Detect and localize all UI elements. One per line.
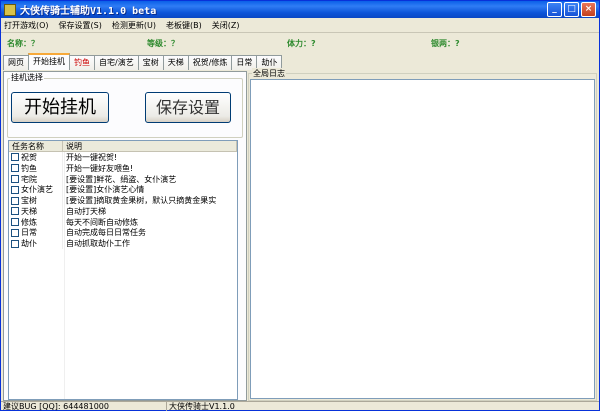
minimize-button[interactable]: _	[547, 2, 562, 17]
tab-home-performance[interactable]: 自宅/演艺	[94, 55, 139, 70]
app-icon	[4, 3, 16, 16]
save-settings-button[interactable]: 保存设置	[145, 92, 231, 123]
task-checkbox[interactable]	[11, 218, 19, 227]
app-window: 大侠传骑士辅助V1.1.0 beta _ □ × 打开游戏(O) 保存设置(S)…	[0, 0, 600, 411]
tab-panel: 挂机选择 开始挂机 保存设置 任务名称 说明 祝贺 开始一键祝贺! 钓鱼 开始一…	[3, 71, 247, 401]
column-header-description[interactable]: 说明	[63, 141, 237, 151]
task-name: 宝树	[21, 196, 37, 206]
start-auto-button[interactable]: 开始挂机	[11, 92, 109, 123]
task-name: 劫仆	[21, 239, 37, 249]
title-bar[interactable]: 大侠传骑士辅助V1.1.0 beta _ □ ×	[1, 1, 599, 18]
status-contact: 建议BUG [QQ]: 644481000	[1, 401, 167, 411]
list-item[interactable]: 宅院 [要设置]鲜花、绢盗、女仆演艺	[9, 173, 237, 185]
log-label: 全局日志	[252, 68, 286, 79]
task-checkbox[interactable]	[11, 153, 19, 162]
task-checkbox[interactable]	[11, 164, 19, 173]
column-header-task-name[interactable]: 任务名称	[9, 141, 63, 151]
menu-close[interactable]: 关闭(Z)	[212, 20, 240, 31]
list-item[interactable]: 劫仆 自动抓取劫仆工作	[9, 238, 237, 250]
list-item[interactable]: 祝贺 开始一键祝贺!	[9, 152, 237, 163]
task-name: 女仆演艺	[21, 185, 53, 195]
list-item[interactable]: 女仆演艺 [要设置]女仆演艺心情	[9, 184, 237, 196]
task-description: 自动打天梯	[66, 206, 106, 216]
silver-info: 银两：?	[431, 39, 460, 48]
task-name: 祝贺	[21, 152, 37, 162]
task-checkbox[interactable]	[11, 239, 19, 248]
task-description: [要设置]鲜花、绢盗、女仆演艺	[66, 174, 177, 184]
task-checkbox[interactable]	[11, 174, 19, 183]
window-title: 大侠传骑士辅助V1.1.0 beta	[20, 6, 157, 17]
task-checkbox[interactable]	[11, 207, 19, 216]
list-item[interactable]: 钓鱼 开始一键好友喂鱼!	[9, 162, 237, 174]
task-description: 自动抓取劫仆工作	[66, 239, 130, 249]
tab-treasure-tree[interactable]: 宝树	[137, 55, 164, 70]
status-version: 大侠传骑士V1.1.0	[167, 401, 599, 411]
status-bar: 建议BUG [QQ]: 644481000 大侠传骑士V1.1.0	[1, 401, 599, 411]
tab-start-auto[interactable]: 开始挂机	[28, 53, 70, 70]
list-item[interactable]: 宝树 [要设置]摘取黄金果树，默认只摘黄金果实	[9, 195, 237, 206]
task-description: 自动完成每日日常任务	[66, 228, 146, 238]
tab-webpage[interactable]: 网页	[3, 55, 29, 70]
list-item[interactable]: 修炼 每天不间断自动修炼	[9, 216, 237, 228]
task-description: [要设置]女仆演艺心情	[66, 185, 145, 195]
menu-save-settings[interactable]: 保存设置(S)	[59, 20, 102, 31]
menu-bar: 打开游戏(O) 保存设置(S) 检测更新(U) 老板键(B) 关闭(Z)	[1, 18, 599, 33]
task-name: 天梯	[21, 206, 37, 216]
tab-congrats-training[interactable]: 祝贺/修炼	[187, 55, 233, 70]
task-description: [要设置]摘取黄金果树，默认只摘黄金果实	[66, 196, 217, 206]
task-name: 宅院	[21, 174, 37, 184]
task-checkbox[interactable]	[11, 196, 19, 205]
character-info-bar: 名称：？ 等级：？ 体力：? 银两：?	[1, 34, 599, 53]
task-checkbox[interactable]	[11, 228, 19, 237]
stamina-info: 体力：?	[287, 39, 316, 48]
name-info: 名称：？	[7, 39, 39, 48]
list-item[interactable]: 天梯 自动打天梯	[9, 205, 237, 217]
tab-fishing[interactable]: 钓鱼	[69, 55, 95, 70]
task-checkbox[interactable]	[11, 185, 19, 194]
task-name: 钓鱼	[21, 163, 37, 173]
maximize-button[interactable]: □	[564, 2, 579, 17]
task-name: 修炼	[21, 217, 37, 227]
task-list-header: 任务名称 说明	[9, 141, 237, 152]
task-description: 每天不间断自动修炼	[66, 217, 138, 227]
level-info: 等级：？	[147, 39, 179, 48]
close-button[interactable]: ×	[581, 2, 596, 17]
menu-open-game[interactable]: 打开游戏(O)	[4, 20, 49, 31]
window-controls: _ □ ×	[547, 2, 596, 17]
auto-select-label: 挂机选择	[10, 72, 44, 83]
list-item[interactable]: 日常 自动完成每日日常任务	[9, 227, 237, 239]
menu-check-update[interactable]: 检测更新(U)	[112, 20, 156, 31]
tab-ladder[interactable]: 天梯	[162, 55, 189, 70]
log-textarea[interactable]	[250, 79, 595, 399]
task-description: 开始一键好友喂鱼!	[66, 163, 134, 173]
menu-boss-key[interactable]: 老板键(B)	[166, 20, 202, 31]
tab-strip: 网页 开始挂机 钓鱼 自宅/演艺 宝树 天梯 祝贺/修炼 日常 劫仆	[3, 53, 283, 71]
task-name: 日常	[21, 228, 37, 238]
task-description: 开始一键祝贺!	[66, 152, 118, 162]
column-divider	[64, 152, 65, 399]
task-list: 任务名称 说明 祝贺 开始一键祝贺! 钓鱼 开始一键好友喂鱼! 宅院 [要设置]…	[8, 140, 238, 400]
